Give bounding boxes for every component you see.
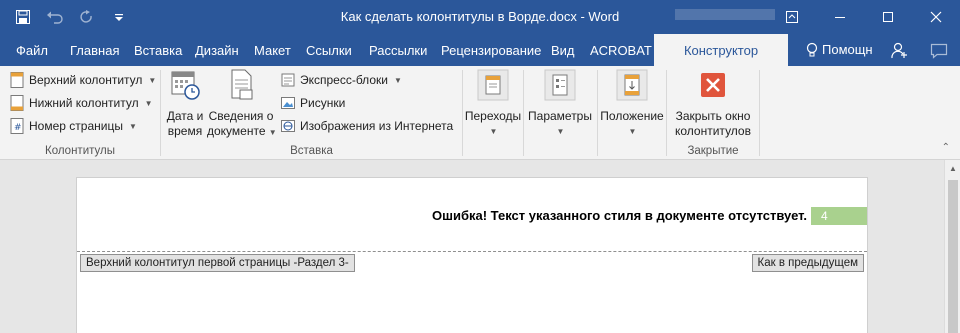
header-icon xyxy=(10,72,24,88)
maximize-icon[interactable] xyxy=(864,0,912,34)
picture-icon xyxy=(281,97,295,109)
group-options: Параметры ▼ xyxy=(524,66,596,160)
document-area: Ошибка! Текст указанного стиля в докумен… xyxy=(0,160,944,333)
tab-file[interactable]: Файл xyxy=(16,34,48,66)
position-label: Положение xyxy=(600,109,664,123)
tab-view[interactable]: Вид xyxy=(551,34,575,66)
chevron-down-icon: ▼ xyxy=(266,128,277,137)
tab-mailings[interactable]: Рассылки xyxy=(369,34,427,66)
tell-me-label: Помощн xyxy=(822,42,873,57)
chevron-down-icon: ▼ xyxy=(556,127,565,136)
chevron-down-icon: ▼ xyxy=(128,121,137,131)
header-button[interactable]: Верхний колонтитул ▼ xyxy=(10,69,156,91)
tab-design-header-footer[interactable]: Конструктор xyxy=(654,34,788,66)
group-close: Закрыть окно колонтитулов Закрытие xyxy=(667,66,759,160)
close-header-footer-label-2: колонтитулов xyxy=(675,124,751,138)
group-divider xyxy=(759,70,760,156)
pictures-label: Рисунки xyxy=(300,96,346,110)
navigation-label: Переходы xyxy=(464,109,522,123)
ribbon: Верхний колонтитул ▼ Нижний колонтитул ▼ #… xyxy=(0,66,960,160)
calendar-clock-icon xyxy=(171,71,200,100)
group-headers-footers: Верхний колонтитул ▼ Нижний колонтитул ▼ #… xyxy=(0,66,160,160)
lightbulb-icon xyxy=(806,42,818,57)
quick-parts-label: Экспресс-блоки xyxy=(300,73,388,87)
page-number-icon: # xyxy=(10,118,24,134)
navigation-button[interactable]: Переходы ▼ xyxy=(463,68,523,139)
chevron-down-icon: ▼ xyxy=(628,127,637,136)
undo-icon[interactable] xyxy=(46,8,64,26)
document-info-label-2: документе xyxy=(207,124,266,138)
tab-design[interactable]: Дизайн xyxy=(195,34,239,66)
chevron-down-icon: ▼ xyxy=(489,127,498,136)
link-to-previous-tag: Как в предыдущем xyxy=(751,254,864,272)
group-label: Вставка xyxy=(290,145,333,157)
share-icon[interactable] xyxy=(890,42,908,60)
online-pictures-label: Изображения из Интернета xyxy=(300,119,454,133)
date-time-button[interactable]: Дата и время xyxy=(165,68,205,139)
close-header-footer-button[interactable]: Закрыть окно колонтитулов xyxy=(667,68,759,139)
save-icon[interactable] xyxy=(14,8,32,26)
comment-icon[interactable] xyxy=(930,42,948,60)
tab-layout[interactable]: Макет xyxy=(254,34,291,66)
group-position: Положение ▼ xyxy=(598,66,666,160)
page-number-button[interactable]: # Номер страницы ▼ xyxy=(10,115,137,137)
document-info-icon xyxy=(231,69,253,100)
options-icon xyxy=(544,69,576,101)
document-info-label-1: Сведения о xyxy=(208,109,274,123)
quick-parts-button[interactable]: Экспресс-блоки ▼ xyxy=(281,69,402,91)
chevron-down-icon: ▼ xyxy=(144,98,153,108)
tab-review[interactable]: Рецензирование xyxy=(441,34,541,66)
online-picture-icon xyxy=(281,120,295,132)
tab-acrobat[interactable]: ACROBAT xyxy=(590,34,652,66)
group-navigation: Переходы ▼ xyxy=(463,66,523,160)
footer-button[interactable]: Нижний колонтитул ▼ xyxy=(10,92,153,114)
close-header-footer-icon xyxy=(701,73,725,97)
tab-home[interactable]: Главная xyxy=(70,34,119,66)
scroll-up-icon[interactable]: ▲ xyxy=(945,162,960,176)
collapse-ribbon-icon[interactable]: ⌃ xyxy=(942,142,950,153)
header-label: Верхний колонтитул xyxy=(29,73,143,87)
document-info-button[interactable]: Сведения о документе ▼ xyxy=(207,68,277,140)
redo-icon[interactable] xyxy=(78,8,96,26)
position-icon xyxy=(616,69,648,101)
footer-label: Нижний колонтитул xyxy=(29,96,139,110)
tab-insert[interactable]: Вставка xyxy=(134,34,182,66)
quick-parts-icon xyxy=(281,73,295,87)
chevron-down-icon: ▼ xyxy=(393,75,402,85)
ribbon-display-icon[interactable] xyxy=(768,0,816,34)
pictures-button[interactable]: Рисунки xyxy=(281,92,345,114)
options-button[interactable]: Параметры ▼ xyxy=(524,68,596,139)
page-number-label: Номер страницы xyxy=(29,119,123,133)
title-bar: Как сделать колонтитулы в Ворде.docx - W… xyxy=(0,0,960,34)
page[interactable]: Ошибка! Текст указанного стиля в докумен… xyxy=(76,177,868,333)
group-label: Колонтитулы xyxy=(45,145,115,157)
customize-icon[interactable] xyxy=(110,8,128,26)
scrollbar-thumb[interactable] xyxy=(948,180,958,333)
online-pictures-button[interactable]: Изображения из Интернета xyxy=(281,115,453,137)
group-insert: Дата и время Сведения о документе ▼ Эксп… xyxy=(161,66,462,160)
minimize-icon[interactable] xyxy=(816,0,864,34)
quick-access-toolbar xyxy=(14,0,128,34)
account-area xyxy=(675,9,775,20)
header-error-text[interactable]: Ошибка! Текст указанного стиля в докумен… xyxy=(432,208,807,223)
page-number-field[interactable]: 4 xyxy=(811,207,867,225)
tab-references[interactable]: Ссылки xyxy=(306,34,352,66)
svg-text:#: # xyxy=(14,123,22,133)
chevron-down-icon: ▼ xyxy=(148,75,157,85)
window-controls xyxy=(768,0,960,34)
footer-icon xyxy=(10,95,24,111)
tell-me-box[interactable]: Помощн xyxy=(806,34,873,66)
close-icon[interactable] xyxy=(912,0,960,34)
group-label: Закрытие xyxy=(687,145,739,157)
header-section-tag: Верхний колонтитул первой страницы -Разд… xyxy=(80,254,355,272)
position-button[interactable]: Положение ▼ xyxy=(598,68,666,139)
close-header-footer-label-1: Закрыть окно xyxy=(675,109,751,123)
navigation-icon xyxy=(477,69,509,101)
header-boundary-line xyxy=(77,251,867,252)
ribbon-tabs: Файл Главная Вставка Дизайн Макет Ссылки… xyxy=(0,34,960,66)
vertical-scrollbar[interactable]: ▲ xyxy=(944,160,960,333)
options-label: Параметры xyxy=(528,109,592,123)
date-time-label-1: Дата и xyxy=(166,109,204,123)
date-time-label-2: время xyxy=(167,124,203,138)
